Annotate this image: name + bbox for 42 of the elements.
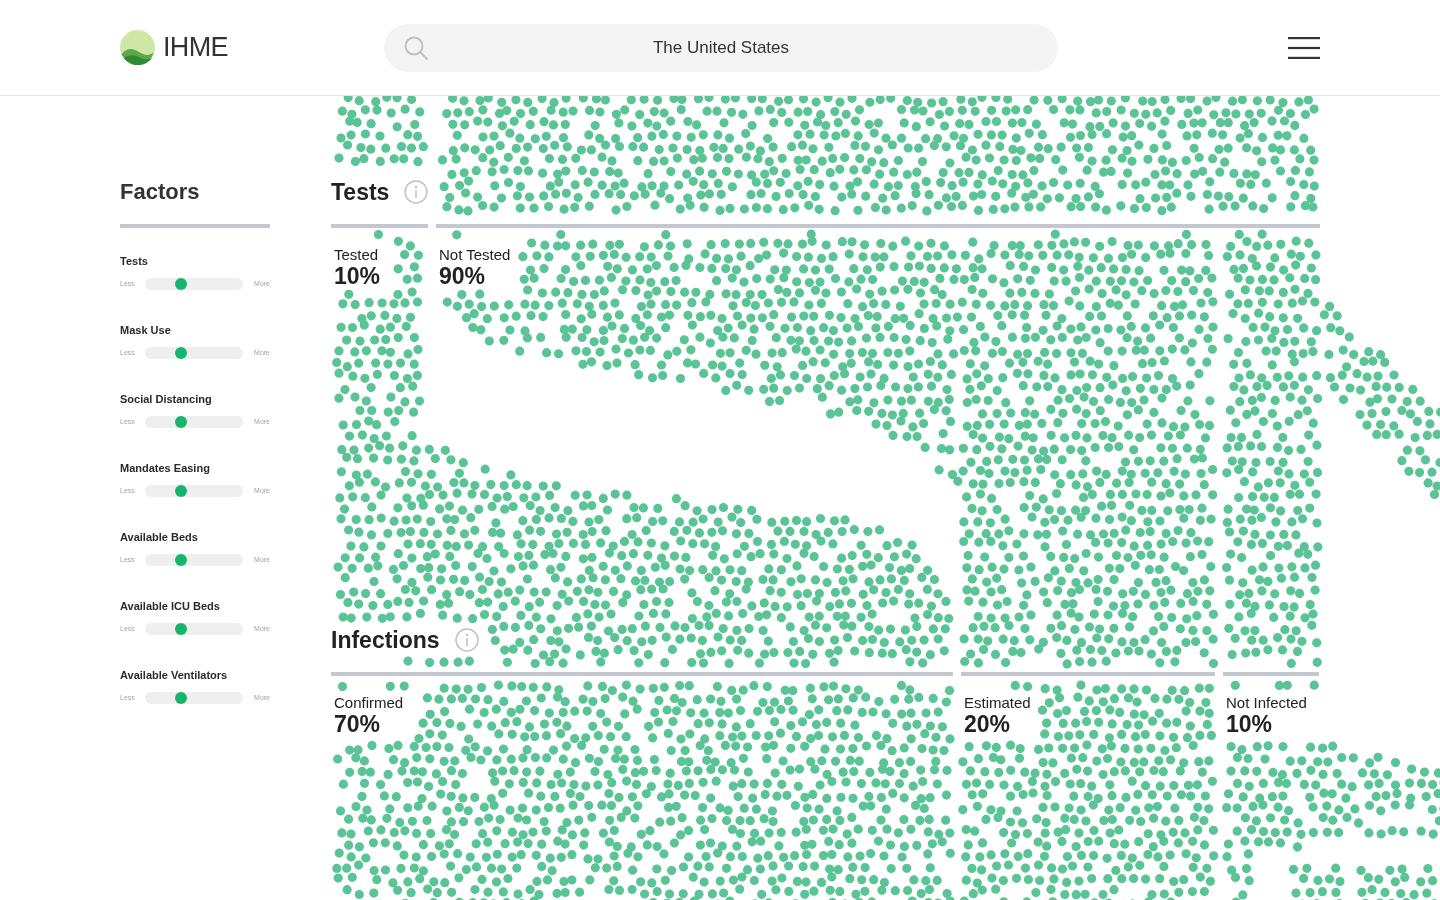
slider-track[interactable] [145,278,244,290]
slider-track[interactable] [145,347,244,359]
factor-label: Mask Use [120,323,172,337]
slider-track[interactable] [145,692,244,704]
factor-label: Available Beds [120,530,199,544]
group-label: Tested [334,246,379,264]
search-icon [404,35,428,60]
group-label: Confirmed [334,694,404,712]
slider-thumb[interactable] [174,485,187,497]
slider-thumb[interactable] [174,347,187,359]
section-title: Infections [331,626,440,654]
search-field[interactable]: The United States [384,23,1058,72]
factor-label: Social Distancing [120,392,213,406]
slider-track[interactable] [145,554,244,566]
factor-label: Tests [120,254,149,268]
group-percentage: 10% [1226,712,1273,736]
sidebar-title: Factors [120,178,201,206]
group-label: Estimated [964,694,1031,712]
group-percentage: 10% [334,264,381,288]
group-label: Not Infected [1226,694,1307,712]
factor-label: Available ICU Beds [120,599,221,613]
section-title: Tests [331,178,390,206]
info-icon[interactable] [404,180,429,204]
factor-label: Available Ventilators [120,668,229,682]
factor-label: Mandates Easing [120,461,211,475]
slider-thumb[interactable] [174,554,187,566]
info-icon[interactable] [454,628,479,652]
slider-thumb[interactable] [174,623,187,635]
slider-thumb[interactable] [174,692,187,704]
group-label: Not Tested [439,246,511,264]
group-percentage: 70% [334,712,381,736]
slider-track[interactable] [145,485,244,497]
menu-button[interactable] [1288,36,1320,59]
slider-track[interactable] [145,416,244,428]
slider-thumb[interactable] [174,278,187,290]
logo-icon [120,30,155,65]
slider-track[interactable] [145,623,244,635]
group-percentage: 90% [439,264,486,288]
logo-text: IHME [163,34,228,61]
slider-thumb[interactable] [174,416,187,428]
menu-icon [1288,36,1320,59]
group-percentage: 20% [964,712,1011,736]
